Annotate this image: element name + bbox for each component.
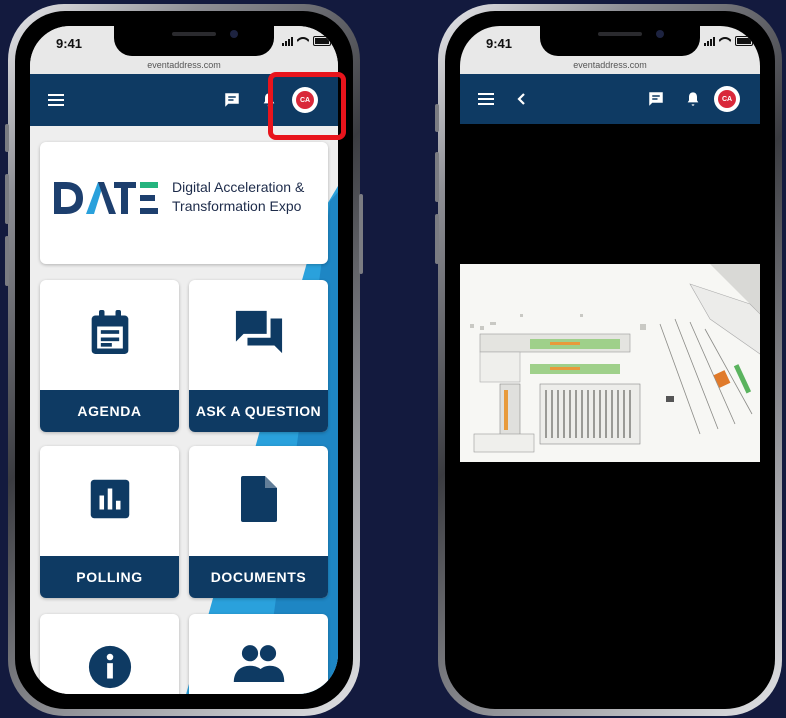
status-time: 9:41 [486, 36, 513, 51]
volume-up-button [435, 152, 439, 202]
mute-switch [435, 104, 439, 132]
wifi-icon [719, 37, 731, 46]
wifi-icon [297, 37, 309, 46]
tile-ask-a-question-label: ASK A QUESTION [189, 390, 328, 432]
tile-documents-label: DOCUMENTS [189, 556, 328, 598]
hamburger-menu-icon[interactable] [474, 87, 498, 111]
logo-text: Digital Acceleration & Transformation Ex… [172, 178, 304, 216]
phone-right: 9:41 eventaddress.com CA [435, 4, 782, 716]
chat-icon[interactable] [644, 87, 668, 111]
back-chevron-icon[interactable] [510, 87, 534, 111]
app-bar: CA [460, 74, 760, 124]
tile-agenda-label: AGENDA [40, 390, 179, 432]
info-icon [88, 645, 131, 689]
tile-ask-a-question[interactable]: ASK A QUESTION [189, 280, 328, 432]
tile-polling-label: POLLING [40, 556, 179, 598]
signal-icon [704, 36, 715, 46]
people-icon [233, 645, 284, 682]
avatar-highlight-box [268, 72, 346, 140]
battery-icon [735, 36, 753, 46]
polling-icon [90, 479, 129, 519]
avatar-initials: CA [718, 90, 736, 108]
tile-documents[interactable]: DOCUMENTS [189, 446, 328, 598]
documents-icon [240, 476, 277, 522]
volume-up-button [5, 174, 9, 224]
event-logo-card[interactable]: Digital Acceleration & Transformation Ex… [40, 142, 328, 264]
mute-switch [5, 124, 9, 152]
battery-icon [313, 36, 331, 46]
volume-down-button [435, 214, 439, 264]
tile-people[interactable] [189, 614, 328, 694]
hamburger-menu-icon[interactable] [44, 88, 68, 112]
bell-icon[interactable] [682, 87, 704, 111]
tile-info[interactable] [40, 614, 179, 694]
notch [114, 26, 274, 56]
tile-polling[interactable]: POLLING [40, 446, 179, 598]
chat-icon[interactable] [220, 88, 244, 112]
avatar-button[interactable]: CA [714, 86, 740, 112]
power-button [359, 194, 363, 274]
volume-down-button [5, 236, 9, 286]
agenda-icon [91, 310, 128, 354]
screen-right: 9:41 eventaddress.com CA [460, 26, 760, 694]
logo-line-2: Transformation Expo [172, 198, 302, 214]
tile-agenda[interactable]: AGENDA [40, 280, 179, 432]
notch [540, 26, 700, 56]
url-bar[interactable]: eventaddress.com [460, 60, 760, 74]
status-time: 9:41 [56, 36, 83, 51]
logo-line-1: Digital Acceleration & [172, 179, 305, 195]
venue-floor-plan-map[interactable] [460, 264, 760, 462]
date-logo-mark [54, 182, 158, 214]
ask-question-icon [235, 310, 282, 354]
signal-icon [282, 36, 293, 46]
